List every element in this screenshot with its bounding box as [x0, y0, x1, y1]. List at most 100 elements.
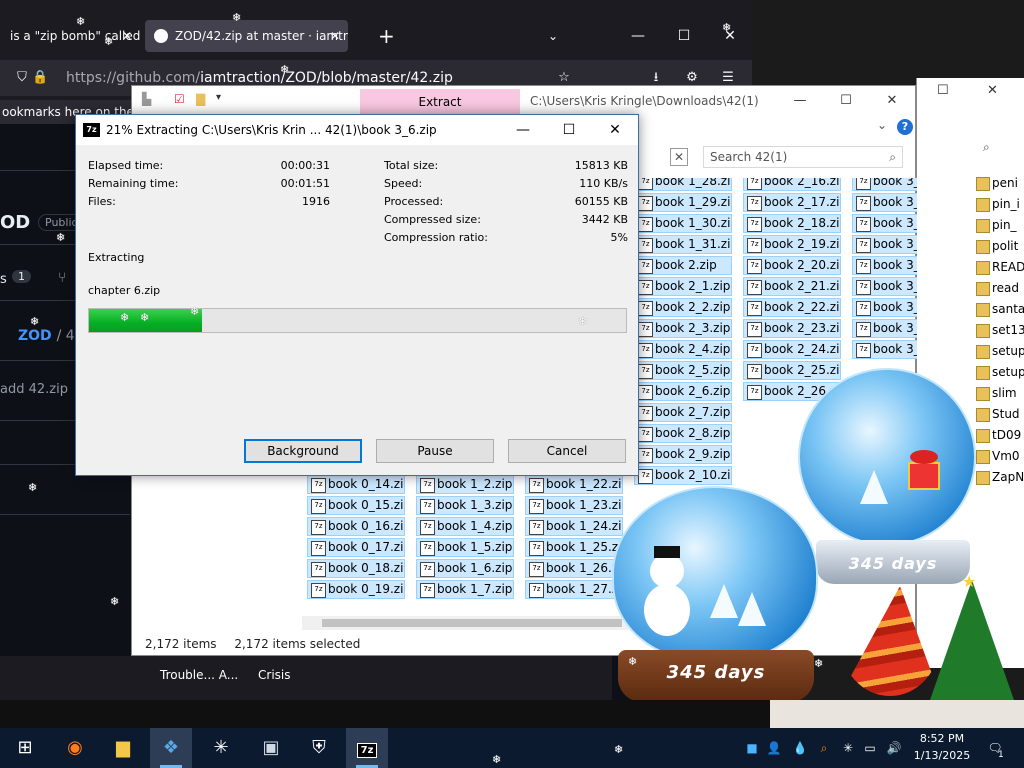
- tray-square-icon[interactable]: ■: [744, 739, 760, 757]
- file-item[interactable]: book 3_7: [852, 235, 917, 254]
- nav-item[interactable]: ZapN: [974, 468, 1024, 486]
- file-item[interactable]: book 2_2.zip: [634, 298, 732, 317]
- search-input[interactable]: Search 42(1) ⌕: [703, 146, 903, 168]
- taskbar-label-2[interactable]: Crisis: [258, 668, 290, 682]
- file-item[interactable]: book 3_5: [852, 193, 917, 212]
- background-button[interactable]: Background: [244, 439, 362, 463]
- customize-chevron-down-icon[interactable]: ▾: [216, 92, 221, 103]
- tray-drop-icon[interactable]: 💧: [792, 739, 808, 757]
- search-icon[interactable]: ⌕: [983, 140, 990, 155]
- minimize-button[interactable]: —: [618, 18, 658, 54]
- file-item[interactable]: book 1_3.zip: [416, 496, 514, 515]
- taskbar-clock[interactable]: 8:52 PM 1/13/2025: [906, 730, 978, 764]
- pull-request-icon[interactable]: ⑂: [58, 270, 66, 286]
- minimize-button[interactable]: —: [500, 115, 546, 145]
- maximize-button[interactable]: ☐: [937, 83, 949, 98]
- file-item[interactable]: book 1_29.zip: [634, 193, 732, 212]
- nav-item[interactable]: set13: [974, 321, 1024, 339]
- close-window-button[interactable]: ✕: [869, 86, 915, 116]
- file-item[interactable]: book 2_24.zip: [743, 340, 841, 359]
- tray-people-icon[interactable]: 👤: [766, 739, 782, 757]
- file-item[interactable]: book 2_22.zip: [743, 298, 841, 317]
- file-explorer-icon[interactable]: ▆: [102, 728, 144, 768]
- file-item[interactable]: book 1_28.zip: [634, 178, 732, 191]
- file-item[interactable]: book 2_4.zip: [634, 340, 732, 359]
- nav-item[interactable]: tD09: [974, 426, 1021, 444]
- security-shield-icon[interactable]: ⛨: [298, 728, 340, 768]
- taskbar-label-1[interactable]: Trouble... A...: [160, 668, 238, 682]
- file-item[interactable]: book 2_3.zip: [634, 319, 732, 338]
- snow-app-icon[interactable]: ✳: [200, 728, 242, 768]
- file-item[interactable]: book 2_16.zip: [743, 178, 841, 191]
- maximize-button[interactable]: ☐: [546, 115, 592, 145]
- clear-filter-close-icon[interactable]: ✕: [670, 148, 688, 166]
- file-item[interactable]: book 3_8: [852, 256, 917, 275]
- file-item[interactable]: book 1_2.zip: [416, 475, 514, 494]
- file-item[interactable]: book 1_6.zip: [416, 559, 514, 578]
- file-item[interactable]: book 0_14.zip: [307, 475, 405, 494]
- lock-icon[interactable]: 🔒: [32, 70, 48, 86]
- nav-item[interactable]: Stud: [974, 405, 1020, 423]
- start-windows-icon[interactable]: ⊞: [4, 728, 46, 768]
- minimize-button[interactable]: —: [777, 86, 823, 116]
- file-item[interactable]: book 2_7.zip: [634, 403, 732, 422]
- search-icon[interactable]: ⌕: [889, 147, 896, 167]
- close-window-button[interactable]: ✕: [987, 83, 998, 98]
- help-icon[interactable]: ?: [897, 119, 913, 135]
- pause-button[interactable]: Pause: [376, 439, 494, 463]
- file-item[interactable]: book 1_24.zip: [525, 517, 623, 536]
- browser-tab-2[interactable]: ZOD/42.zip at master · iamtract ✕: [145, 20, 348, 52]
- tray-network-icon[interactable]: ▭: [862, 739, 878, 757]
- shield-icon[interactable]: ⛉: [14, 70, 30, 86]
- nav-item[interactable]: setup: [974, 363, 1024, 381]
- file-item[interactable]: book 2_5.zip: [634, 361, 732, 380]
- nav-item[interactable]: READ: [974, 258, 1024, 276]
- file-item[interactable]: book 2_9.zip: [634, 445, 732, 464]
- maximize-button[interactable]: ☐: [664, 18, 704, 54]
- tray-volume-icon[interactable]: 🔊: [886, 739, 902, 757]
- properties-icon[interactable]: ☑: [174, 92, 185, 106]
- file-item[interactable]: book 1_4.zip: [416, 517, 514, 536]
- file-item[interactable]: book 2_21.zip: [743, 277, 841, 296]
- file-item[interactable]: book 1_31.zip: [634, 235, 732, 254]
- nav-item[interactable]: slim: [974, 384, 1017, 402]
- maximize-button[interactable]: ☐: [823, 86, 869, 116]
- nav-item[interactable]: polit: [974, 237, 1018, 255]
- file-item[interactable]: book 2_23.zip: [743, 319, 841, 338]
- file-item[interactable]: book 1_7.zip: [416, 580, 514, 599]
- file-item[interactable]: book 2_6.zip: [634, 382, 732, 401]
- close-icon[interactable]: ✕: [122, 20, 132, 52]
- file-item[interactable]: book 0_19.zip: [307, 580, 405, 599]
- close-icon[interactable]: ✕: [330, 20, 340, 52]
- file-item[interactable]: book 2_17.zip: [743, 193, 841, 212]
- expand-ribbon-chevron-down-icon[interactable]: ⌄: [877, 118, 887, 132]
- file-item[interactable]: book 1_26.zip: [525, 559, 623, 578]
- file-item[interactable]: book 0_18.zip: [307, 559, 405, 578]
- 7zip-taskbar-icon[interactable]: 7z: [346, 728, 388, 768]
- app-icon[interactable]: ❖: [150, 728, 192, 768]
- firefox-icon[interactable]: ◉: [54, 728, 96, 768]
- tray-search-icon[interactable]: ⌕: [816, 739, 832, 757]
- file-item[interactable]: book 3_1: [852, 319, 917, 338]
- download-icon[interactable]: ⭳: [648, 70, 664, 86]
- breadcrumb[interactable]: ZOD / 4: [18, 328, 75, 344]
- file-item[interactable]: book 3_1: [852, 340, 917, 359]
- file-item[interactable]: book 2.zip: [634, 256, 732, 275]
- nav-item[interactable]: pin_: [974, 216, 1017, 234]
- file-item[interactable]: book 2_18.zip: [743, 214, 841, 233]
- star-icon[interactable]: ☆: [556, 70, 572, 86]
- file-item[interactable]: book 3_6: [852, 214, 917, 233]
- file-item[interactable]: book 3_4: [852, 178, 917, 191]
- file-item[interactable]: book 1_25.zip: [525, 538, 623, 557]
- menu-icon[interactable]: ☰: [720, 70, 736, 86]
- tray-snow-icon[interactable]: ✳: [840, 739, 856, 757]
- file-item[interactable]: book 1_22.zip: [525, 475, 623, 494]
- nav-item[interactable]: pin_i: [974, 195, 1020, 213]
- file-item[interactable]: book 1_30.zip: [634, 214, 732, 233]
- scrollbar-thumb[interactable]: [322, 619, 622, 627]
- nav-item[interactable]: peni: [974, 174, 1018, 192]
- file-item[interactable]: book 1_5.zip: [416, 538, 514, 557]
- file-item[interactable]: book 0_16.zip: [307, 517, 405, 536]
- file-item[interactable]: book 2_25.zip: [743, 361, 841, 380]
- nav-item[interactable]: read: [974, 279, 1019, 297]
